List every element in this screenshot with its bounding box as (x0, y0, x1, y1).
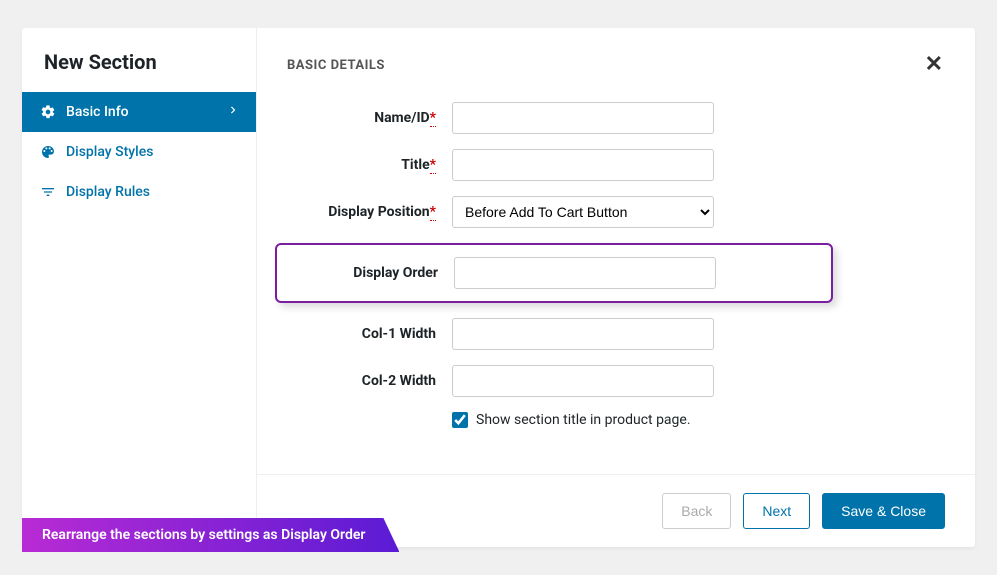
form-row-title: Title* (287, 149, 925, 181)
show-title-checkbox[interactable] (452, 412, 468, 428)
gear-icon (40, 104, 56, 120)
order-label: Display Order (277, 265, 454, 281)
form-row-position: Display Position* Before Add To Cart But… (287, 196, 925, 228)
chevron-right-icon (226, 103, 240, 121)
next-button[interactable]: Next (743, 493, 810, 529)
form-row-col1: Col-1 Width (287, 318, 925, 350)
main-panel: BASIC DETAILS ✕ Name/ID* Title* Display … (257, 28, 975, 547)
back-button[interactable]: Back (662, 493, 731, 529)
form-row-name: Name/ID* (287, 102, 925, 134)
sidebar: New Section Basic Info Display Styles (22, 28, 257, 547)
save-close-button[interactable]: Save & Close (822, 493, 945, 529)
name-input[interactable] (452, 102, 714, 134)
form-row-order: Display Order (277, 257, 831, 289)
highlighted-display-order: Display Order (275, 243, 833, 303)
col2-input[interactable] (452, 365, 714, 397)
sidebar-item-label: Display Rules (66, 184, 150, 200)
position-label: Display Position* (287, 204, 452, 220)
sidebar-nav: Basic Info Display Styles Display Rules (22, 92, 256, 212)
close-icon: ✕ (925, 52, 943, 77)
annotation-callout: Rearrange the sections by settings as Di… (22, 518, 399, 552)
sidebar-item-display-styles[interactable]: Display Styles (22, 132, 256, 172)
title-input[interactable] (452, 149, 714, 181)
filter-icon (40, 184, 56, 200)
col1-label: Col-1 Width (287, 326, 452, 342)
col2-label: Col-2 Width (287, 373, 452, 389)
sidebar-item-label: Basic Info (66, 104, 129, 120)
sidebar-title: New Section (22, 50, 256, 92)
form-row-col2: Col-2 Width (287, 365, 925, 397)
new-section-modal: New Section Basic Info Display Styles (22, 28, 975, 547)
main-header: BASIC DETAILS ✕ (257, 28, 975, 84)
order-input[interactable] (454, 257, 716, 289)
sidebar-item-label: Display Styles (66, 144, 153, 160)
form-area: Name/ID* Title* Display Position* Before… (257, 84, 975, 474)
required-mark: * (430, 204, 436, 221)
required-mark: * (430, 157, 436, 174)
required-mark: * (430, 110, 436, 127)
show-title-row: Show section title in product page. (452, 412, 925, 428)
show-title-label: Show section title in product page. (476, 412, 691, 428)
panel-title: BASIC DETAILS (287, 58, 385, 73)
sidebar-item-basic-info[interactable]: Basic Info (22, 92, 256, 132)
col1-input[interactable] (452, 318, 714, 350)
position-select[interactable]: Before Add To Cart Button (452, 196, 714, 228)
name-label: Name/ID* (287, 110, 452, 126)
sidebar-item-display-rules[interactable]: Display Rules (22, 172, 256, 212)
title-label: Title* (287, 157, 452, 173)
palette-icon (40, 144, 56, 160)
close-button[interactable]: ✕ (923, 54, 945, 76)
